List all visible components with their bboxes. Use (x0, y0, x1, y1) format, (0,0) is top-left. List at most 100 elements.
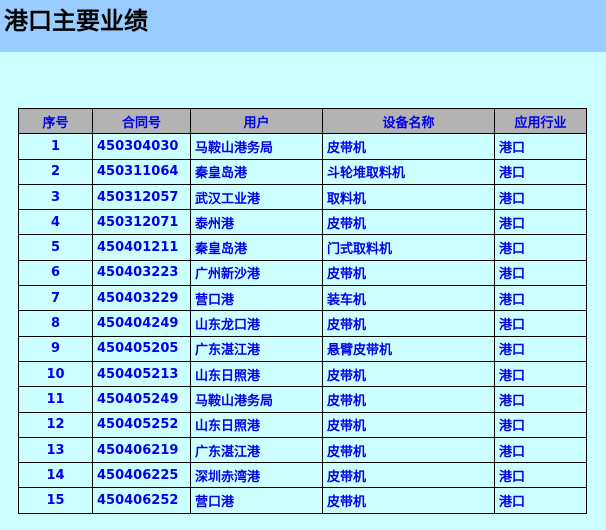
cell-index: 2 (18, 158, 93, 185)
cell-index: 8 (18, 310, 93, 337)
cell-user: 秦皇岛港 (190, 158, 323, 185)
cell-contract-no: 450405213 (92, 360, 191, 388)
cell-index: 6 (18, 259, 93, 287)
cell-index: 9 (18, 335, 93, 362)
cell-industry: 港口 (494, 285, 587, 312)
cell-index: 14 (18, 462, 93, 489)
table-row: 1 450304030 马鞍山港务局 皮带机 港口 (18, 133, 587, 160)
cell-user: 秦皇岛港 (190, 234, 323, 261)
cell-index: 3 (18, 183, 93, 211)
cell-industry: 港口 (494, 436, 587, 464)
table-row: 12 450405252 山东日照港 皮带机 港口 (18, 411, 587, 438)
cell-index: 13 (18, 436, 93, 464)
cell-user: 深圳赤湾港 (190, 462, 323, 489)
cell-index: 5 (18, 234, 93, 261)
cell-index: 11 (18, 386, 93, 413)
table-row: 3 450312057 武汉工业港 取料机 港口 (18, 183, 587, 211)
cell-index: 12 (18, 411, 93, 438)
cell-equipment: 皮带机 (322, 487, 495, 514)
table-row: 11 450405249 马鞍山港务局 皮带机 港口 (18, 386, 587, 413)
cell-contract-no: 450312057 (92, 183, 191, 211)
cell-user: 营口港 (190, 487, 323, 514)
cell-equipment: 皮带机 (322, 209, 495, 236)
cell-index: 10 (18, 360, 93, 388)
cell-user: 武汉工业港 (190, 183, 323, 211)
cell-user: 营口港 (190, 285, 323, 312)
cell-industry: 港口 (494, 335, 587, 362)
cell-equipment: 斗轮堆取料机 (322, 158, 495, 185)
cell-industry: 港口 (494, 158, 587, 185)
cell-contract-no: 450311064 (92, 158, 191, 185)
table-row: 6 450403223 广州新沙港 皮带机 港口 (18, 259, 587, 287)
cell-equipment: 装车机 (322, 285, 495, 312)
cell-industry: 港口 (494, 259, 587, 287)
cell-index: 1 (18, 133, 93, 160)
table-row: 14 450406225 深圳赤湾港 皮带机 港口 (18, 462, 587, 489)
column-header-index: 序号 (18, 107, 93, 135)
cell-user: 广东湛江港 (190, 335, 323, 362)
cell-industry: 港口 (494, 183, 587, 211)
table-row: 7 450403229 营口港 装车机 港口 (18, 285, 587, 312)
cell-user: 山东龙口港 (190, 310, 323, 337)
cell-user: 山东日照港 (190, 360, 323, 388)
column-header-user: 用户 (190, 107, 323, 135)
table-header-row: 序号 合同号 用户 设备名称 应用行业 (18, 107, 587, 135)
cell-equipment: 悬臂皮带机 (322, 335, 495, 362)
cell-industry: 港口 (494, 133, 587, 160)
cell-contract-no: 450401211 (92, 234, 191, 261)
table-row: 15 450406252 营口港 皮带机 港口 (18, 487, 587, 514)
column-header-industry: 应用行业 (494, 107, 587, 135)
cell-equipment: 皮带机 (322, 462, 495, 489)
cell-contract-no: 450403229 (92, 285, 191, 312)
cell-equipment: 门式取料机 (322, 234, 495, 261)
table-row: 10 450405213 山东日照港 皮带机 港口 (18, 360, 587, 388)
table-row: 13 450406219 广东湛江港 皮带机 港口 (18, 436, 587, 464)
cell-contract-no: 450405252 (92, 411, 191, 438)
performance-table: 序号 合同号 用户 设备名称 应用行业 1 450304030 马鞍山港务局 皮带机港… (18, 107, 587, 514)
cell-equipment: 皮带机 (322, 360, 495, 388)
cell-contract-no: 450405205 (92, 335, 191, 362)
column-header-equipment: 设备名称 (322, 107, 495, 135)
cell-contract-no: 450304030 (92, 133, 191, 160)
cell-user: 马鞍山港务局 (190, 133, 323, 160)
cell-equipment: 皮带机 (322, 259, 495, 287)
cell-equipment: 皮带机 (322, 386, 495, 413)
cell-contract-no: 450406219 (92, 436, 191, 464)
cell-industry: 港口 (494, 411, 587, 438)
cell-contract-no: 450406225 (92, 462, 191, 489)
cell-industry: 港口 (494, 487, 587, 514)
cell-equipment: 皮带机 (322, 310, 495, 337)
cell-index: 7 (18, 285, 93, 312)
cell-industry: 港口 (494, 234, 587, 261)
table-row: 5 450401211 秦皇岛港 门式取料机 港口 (18, 234, 587, 261)
cell-industry: 港口 (494, 360, 587, 388)
cell-equipment: 皮带机 (322, 436, 495, 464)
cell-industry: 港口 (494, 462, 587, 489)
cell-user: 马鞍山港务局 (190, 386, 323, 413)
cell-equipment: 取料机 (322, 183, 495, 211)
cell-user: 山东日照港 (190, 411, 323, 438)
cell-contract-no: 450312071 (92, 209, 191, 236)
table-row: 9 450405205 广东湛江港 悬臂皮带机 港口 (18, 335, 587, 362)
cell-contract-no: 450403223 (92, 259, 191, 287)
cell-industry: 港口 (494, 386, 587, 413)
cell-user: 泰州港 (190, 209, 323, 236)
cell-user: 广州新沙港 (190, 259, 323, 287)
table-row: 8 450404249 山东龙口港 皮带机 港口 (18, 310, 587, 337)
table-body: 1 450304030 马鞍山港务局 皮带机 港口 2 450311064 秦皇岛港 斗轮堆取料… (18, 133, 587, 514)
page-title: 港口主要业绩 (4, 7, 148, 35)
table-row: 4 450312071 泰州港 皮带机 港口 (18, 209, 587, 236)
cell-equipment: 皮带机 (322, 133, 495, 160)
cell-industry: 港口 (494, 310, 587, 337)
cell-contract-no: 450405249 (92, 386, 191, 413)
cell-user: 广东湛江港 (190, 436, 323, 464)
table-row: 2 450311064 秦皇岛港 斗轮堆取料机 港口 (18, 158, 587, 185)
cell-contract-no: 450406252 (92, 487, 191, 514)
cell-index: 4 (18, 209, 93, 236)
cell-equipment: 皮带机 (322, 411, 495, 438)
cell-contract-no: 450404249 (92, 310, 191, 337)
cell-industry: 港口 (494, 209, 587, 236)
cell-index: 15 (18, 487, 93, 514)
column-header-contract: 合同号 (92, 107, 191, 135)
title-bar: 港口主要业绩 (0, 0, 606, 52)
